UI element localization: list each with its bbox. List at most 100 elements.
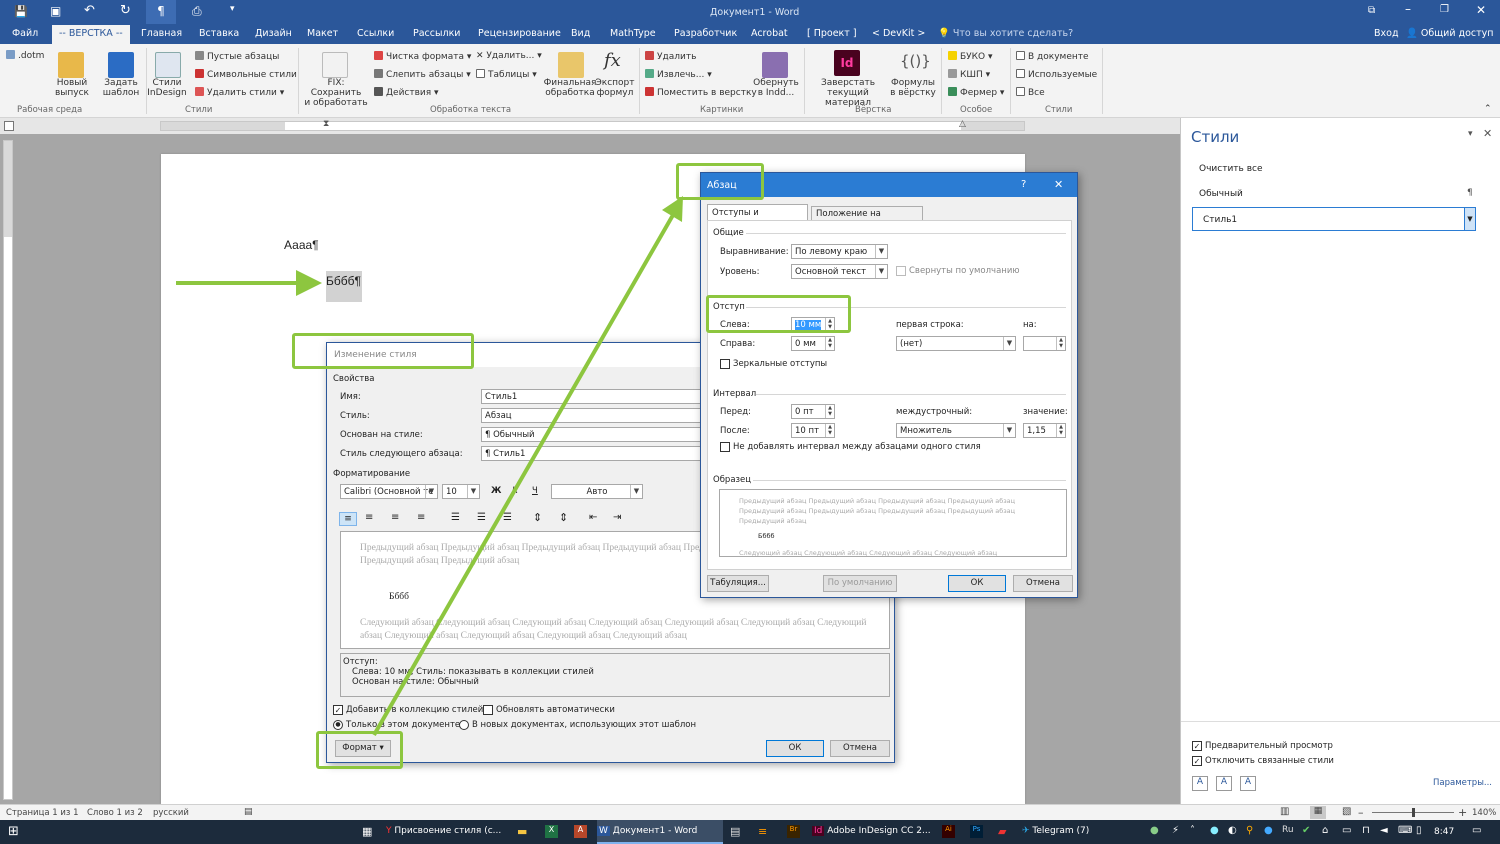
auto-update-checkbox[interactable] (483, 705, 493, 715)
align-left-icon[interactable]: ≡ (339, 512, 357, 526)
tab-developer[interactable]: Разработчик (674, 28, 737, 39)
tab-references[interactable]: Ссылки (357, 28, 394, 39)
new-docs-radio[interactable] (459, 720, 469, 730)
tray-icon-10[interactable]: ▭ (1342, 825, 1351, 836)
font-color-select[interactable]: Авто ▼ (551, 484, 643, 499)
windows-start-icon[interactable]: ⊞ (8, 824, 19, 839)
paragraph-ok-button[interactable]: ОК (948, 575, 1006, 592)
collapsed-checkbox[interactable] (896, 266, 906, 276)
tab-acrobat[interactable]: Acrobat (751, 28, 788, 39)
zoom-in-icon[interactable]: + (1458, 806, 1467, 819)
next-style-select[interactable]: ¶ Стиль1 (481, 446, 701, 461)
fix-save-button[interactable]: FIX: Сохранить и обработать (302, 78, 370, 108)
pdf-icon[interactable]: ▰ (998, 825, 1006, 838)
style-type-select[interactable]: Абзац (481, 408, 701, 423)
merge-paragraphs-button[interactable]: Слепить абзацы ▾ (374, 69, 471, 80)
taskbar-indesign-window[interactable]: Id Adobe InDesign CC 2... (812, 820, 940, 844)
delete-styles-button[interactable]: Удалить стили ▾ (195, 87, 284, 98)
tray-icon-7[interactable]: Ru (1282, 825, 1294, 835)
zoom-slider-thumb[interactable] (1412, 808, 1415, 817)
underline-button[interactable]: Ч (532, 486, 538, 496)
sign-in-link[interactable]: Вход (1374, 28, 1399, 39)
align-center-icon[interactable]: ≡ (365, 512, 373, 523)
save-as-icon[interactable]: ▣ (50, 4, 61, 18)
zoom-level[interactable]: 140% (1472, 808, 1496, 818)
font-select[interactable]: Calibri (Основной те ▼ (340, 484, 438, 499)
tab-layout[interactable]: Макет (307, 28, 338, 39)
align-justify-icon[interactable]: ≡ (417, 512, 425, 523)
collapse-ribbon-icon[interactable]: ⌃ (1484, 104, 1492, 114)
share-button[interactable]: 👤 Общий доступ (1406, 28, 1494, 39)
tab-page-position[interactable]: Положение на странице (811, 206, 923, 229)
by-input[interactable]: ▲ ▼ (1023, 336, 1066, 351)
farmer-button[interactable]: Фермер ▾ (948, 87, 1004, 98)
clock[interactable]: 8:47 (1434, 827, 1454, 837)
pic-extract-button[interactable]: Извлечь... ▾ (645, 69, 712, 80)
alignment-select[interactable]: По левому краю ▼ (791, 244, 888, 259)
style-inspector-icon[interactable]: A (1216, 776, 1232, 791)
help-icon[interactable]: ? (1021, 179, 1026, 190)
empty-paragraphs-button[interactable]: Пустые абзацы (195, 51, 279, 62)
print-layout-icon[interactable]: ▦ (1310, 806, 1326, 819)
options-link[interactable]: Параметры... (1433, 778, 1492, 788)
volume-icon[interactable]: ◄ (1380, 825, 1388, 836)
buko-button[interactable]: БУКО ▾ (948, 51, 993, 62)
actions-button[interactable]: Действия ▾ (374, 87, 439, 98)
tab-verstka[interactable]: -- ВЕРСТКА -- (52, 25, 130, 44)
explorer-icon[interactable]: ▬ (517, 825, 527, 838)
new-issue-button[interactable]: Новый выпуск (52, 78, 92, 98)
pilcrow-icon[interactable]: ¶ (146, 0, 176, 24)
illustrator-icon[interactable]: Ai (942, 825, 955, 838)
tab-design[interactable]: Дизайн (255, 28, 292, 39)
tab-home[interactable]: Главная (141, 28, 182, 39)
level-select[interactable]: Основной текст ▼ (791, 264, 888, 279)
tray-icon-3[interactable]: ● (1210, 825, 1219, 836)
customize-qat-icon[interactable]: ▾ (230, 4, 235, 14)
indent-marker-icon[interactable]: ⧗ (323, 119, 329, 129)
vertical-ruler[interactable] (3, 140, 13, 800)
bridge-icon[interactable]: Br (787, 825, 800, 838)
ksp-button[interactable]: КШП ▾ (948, 69, 990, 80)
save-icon[interactable]: 💾 (14, 5, 28, 18)
excel-icon[interactable]: X (545, 825, 558, 838)
web-layout-icon[interactable]: ▧ (1342, 806, 1351, 817)
spinner-icon[interactable]: ▲ ▼ (825, 337, 834, 350)
pane-close-icon[interactable]: ✕ (1483, 127, 1492, 140)
macro-record-icon[interactable]: ▤ (244, 807, 253, 817)
notepad-icon[interactable]: ▤ (730, 825, 740, 838)
tray-icon-5[interactable]: ⚲ (1246, 825, 1253, 836)
decrease-indent-icon[interactable]: ⇤ (589, 512, 597, 523)
tabs-button[interactable]: Табуляция... (707, 575, 769, 592)
mirror-checkbox[interactable] (720, 359, 730, 369)
formulas-layout-button[interactable]: Формулы в вёрстку (888, 78, 938, 98)
ribbon-display-icon[interactable]: ⧉ (1368, 5, 1375, 16)
tray-icon-2[interactable]: ⚡ (1172, 825, 1179, 836)
space-after-icon[interactable]: ⇕ (559, 511, 568, 524)
default-button[interactable]: По умолчанию (823, 575, 897, 592)
tray-icon-8[interactable]: ✔ (1302, 825, 1310, 836)
taskbar-word-window[interactable]: W Документ1 - Word (597, 820, 723, 844)
value-input[interactable]: 1,15 ▲ ▼ (1023, 423, 1066, 438)
spinner-icon[interactable]: ▲ ▼ (1056, 424, 1065, 437)
increase-indent-icon[interactable]: ⇥ (613, 512, 621, 523)
tab-review[interactable]: Рецензирование (478, 28, 561, 39)
modify-ok-button[interactable]: ОК (766, 740, 824, 757)
tray-icon-6[interactable]: ● (1264, 825, 1273, 836)
paragraph-cancel-button[interactable]: Отмена (1013, 575, 1073, 592)
tray-chevron-icon[interactable]: ˄ (1190, 825, 1195, 836)
style-clear-all[interactable]: Очистить все (1199, 164, 1263, 174)
tab-project[interactable]: [ Проект ] (807, 28, 857, 39)
dotm-button[interactable]: .dotm (6, 50, 44, 61)
first-line-select[interactable]: (нет) ▼ (896, 336, 1016, 351)
wrap-indd-button[interactable]: Обернуть в Indd... (750, 78, 802, 98)
page-count[interactable]: Страница 1 из 1 (6, 808, 79, 818)
horizontal-ruler[interactable]: ⧗ △ (160, 119, 1025, 131)
remove-button[interactable]: ✕ Удалить... ▾ (476, 51, 542, 61)
zoom-out-icon[interactable]: – (1358, 806, 1364, 819)
only-doc-radio[interactable]: ● (333, 720, 343, 730)
tray-icon-9[interactable]: ⌂ (1322, 825, 1328, 836)
spinner-icon[interactable]: ▲ ▼ (825, 405, 834, 418)
export-formulas-button[interactable]: Экспорт формул (594, 78, 636, 98)
paragraph-2-selected[interactable]: Бббб¶ (326, 271, 362, 302)
name-input[interactable]: Стиль1 (481, 389, 701, 404)
